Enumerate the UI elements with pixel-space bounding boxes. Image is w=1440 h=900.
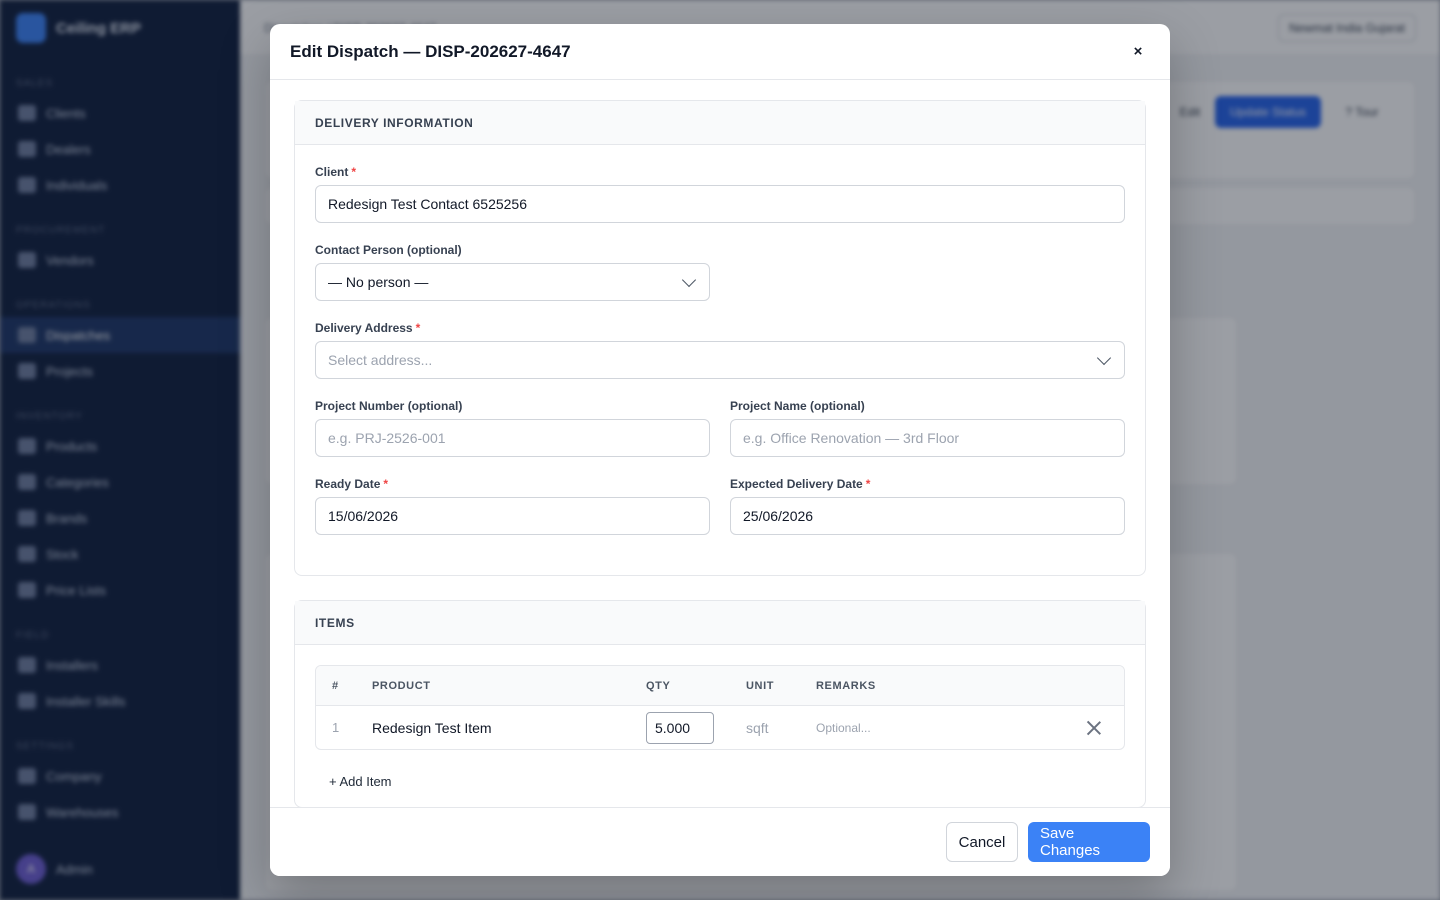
remove-item-icon[interactable] — [1087, 721, 1101, 735]
col-num: # — [332, 679, 339, 692]
delivery-address-label: Delivery Address — [315, 321, 413, 335]
required-mark: * — [351, 165, 357, 179]
ready-date-field: Ready Date * 15/06/2026 — [315, 477, 710, 535]
modal-header: Edit Dispatch — DISP-202627-4647 × — [270, 24, 1170, 80]
col-remarks: REMARKS — [816, 679, 876, 692]
table-header: # PRODUCT QTY UNIT REMARKS — [316, 666, 1124, 706]
row-unit: sqft — [746, 719, 769, 736]
contact-person-value: — No person — — [328, 274, 429, 290]
project-number-input[interactable]: e.g. PRJ-2526-001 — [315, 419, 710, 457]
edit-dispatch-modal: Edit Dispatch — DISP-202627-4647 × DELIV… — [270, 24, 1170, 876]
delivery-address-select[interactable]: Select address... — [315, 341, 1125, 379]
modal-body[interactable]: DELIVERY INFORMATION Client * Redesign Te… — [270, 80, 1170, 807]
delivery-address-placeholder: Select address... — [328, 352, 433, 368]
chevron-down-icon — [1096, 350, 1112, 365]
project-number-label: Project Number (optional) — [315, 399, 463, 413]
delivery-information-section: DELIVERY INFORMATION Client * Redesign Te… — [294, 100, 1146, 576]
contact-person-field: Contact Person (optional) — No person — — [315, 243, 710, 301]
section-heading: DELIVERY INFORMATION — [295, 101, 1145, 145]
table-row: 1 Redesign Test Item 5.000 sqft Optional… — [316, 706, 1124, 749]
cancel-button[interactable]: Cancel — [946, 822, 1018, 862]
row-product: Redesign Test Item — [372, 719, 492, 736]
client-input[interactable]: Redesign Test Contact 6525256 — [315, 185, 1125, 223]
expected-delivery-date-label: Expected Delivery Date — [730, 477, 863, 491]
section-heading: ITEMS — [295, 601, 1145, 645]
items-section: ITEMS # PRODUCT QTY UNIT REMARKS 1 Redes… — [294, 600, 1146, 807]
project-name-field: Project Name (optional) e.g. Office Reno… — [730, 399, 1125, 457]
expected-delivery-date-input[interactable]: 25/06/2026 — [730, 497, 1125, 535]
col-product: PRODUCT — [372, 679, 431, 692]
items-table: # PRODUCT QTY UNIT REMARKS 1 Redesign Te… — [315, 665, 1125, 750]
required-mark: * — [865, 477, 871, 491]
modal-footer: Cancel Save Changes — [270, 807, 1170, 876]
remarks-input[interactable]: Optional... — [816, 721, 1064, 735]
chevron-down-icon — [681, 272, 697, 287]
modal-title: Edit Dispatch — DISP-202627-4647 — [290, 41, 571, 61]
col-unit: UNIT — [746, 679, 775, 692]
ready-date-label: Ready Date — [315, 477, 381, 491]
project-number-field: Project Number (optional) e.g. PRJ-2526-… — [315, 399, 710, 457]
col-qty: QTY — [646, 679, 671, 692]
expected-delivery-date-field: Expected Delivery Date * 25/06/2026 — [730, 477, 1125, 535]
delivery-address-field: Delivery Address * Select address... — [315, 321, 1125, 379]
contact-person-select[interactable]: — No person — — [315, 263, 710, 301]
qty-input[interactable]: 5.000 — [646, 711, 714, 744]
client-label: Client — [315, 165, 349, 179]
client-field: Client * Redesign Test Contact 6525256 — [315, 165, 1125, 223]
add-item-button[interactable]: + Add Item — [315, 750, 1125, 799]
project-name-input[interactable]: e.g. Office Renovation — 3rd Floor — [730, 419, 1125, 457]
required-mark: * — [415, 321, 421, 335]
contact-person-label: Contact Person (optional) — [315, 243, 462, 257]
row-number: 1 — [332, 720, 340, 735]
save-changes-button[interactable]: Save Changes — [1028, 822, 1150, 862]
close-button[interactable]: × — [1126, 40, 1150, 64]
ready-date-input[interactable]: 15/06/2026 — [315, 497, 710, 535]
required-mark: * — [383, 477, 389, 491]
project-name-label: Project Name (optional) — [730, 399, 865, 413]
